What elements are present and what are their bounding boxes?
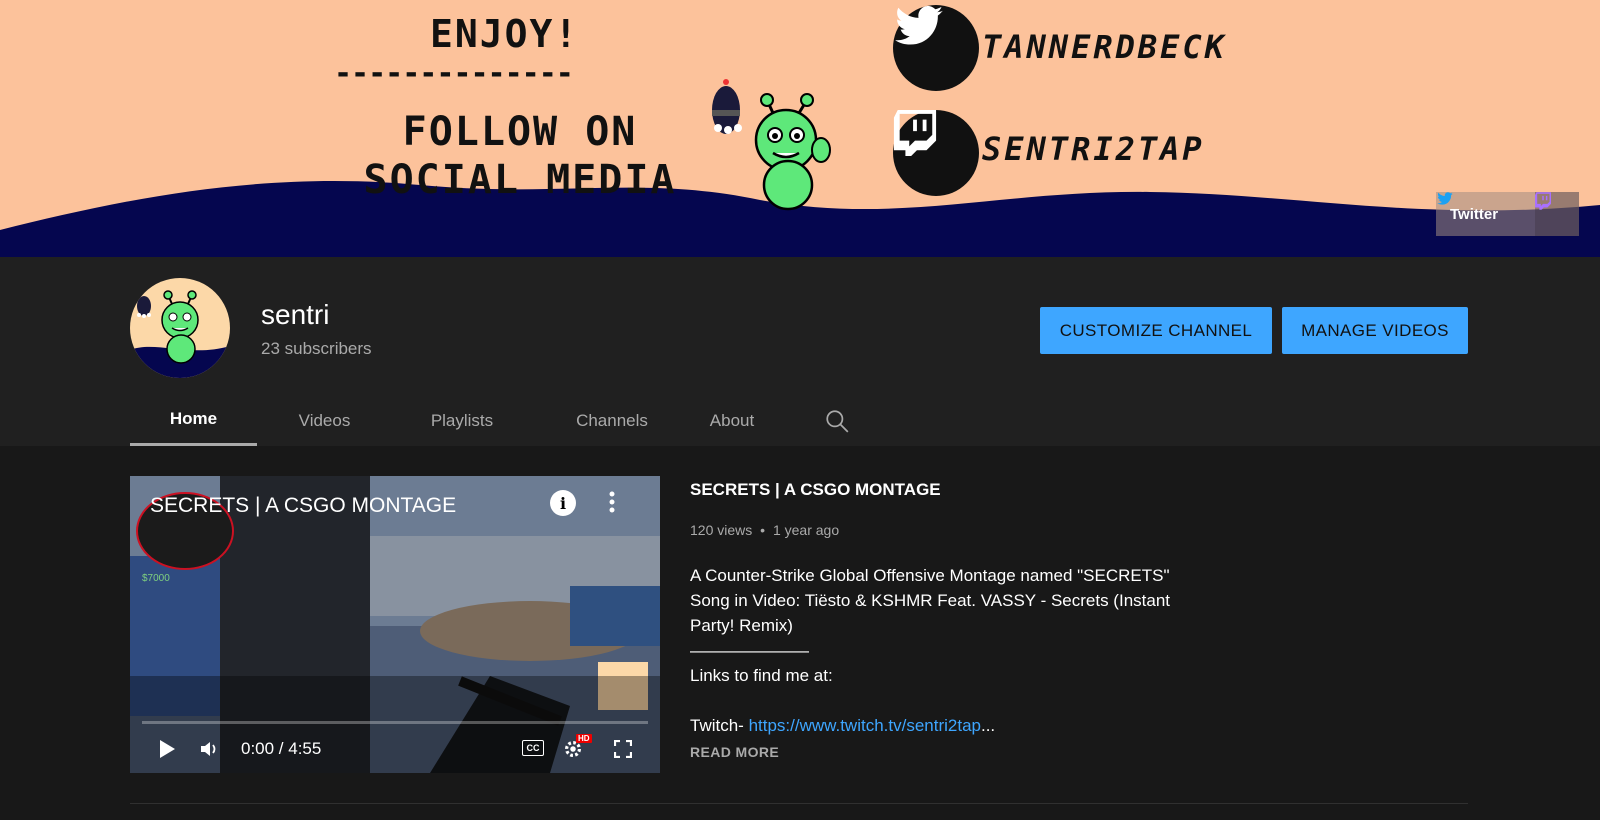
view-count: 120 views [690, 522, 753, 538]
description-twitch-line: Twitch- https://www.twitch.tv/sentri2tap… [690, 713, 1180, 738]
twitch-url-link[interactable]: https://www.twitch.tv/sentri2tap [749, 716, 981, 735]
description-line: Links to find me at: [690, 666, 833, 685]
tab-channels[interactable]: Channels [532, 395, 692, 446]
banner-art [0, 79, 1600, 257]
banner-divider: -------------- [334, 56, 574, 91]
twitch-link[interactable] [1535, 192, 1579, 236]
ellipsis: ... [980, 716, 996, 735]
featured-video-player[interactable]: $7000 SECRETS | A CSGO MONTAGE i 0:00 / … [130, 476, 660, 773]
twitter-link-label[interactable]: Twitter [1450, 206, 1498, 223]
hud-money: $7000 [142, 573, 170, 584]
read-more-button[interactable]: READ MORE [690, 744, 779, 760]
channel-header: sentri 23 subscribers CUSTOMIZE CHANNEL … [0, 257, 1600, 446]
banner-twitter-handle: TANNERDBECK [982, 28, 1227, 66]
description-line: Song in Video: Tiësto & KSHMR Feat. VASS… [690, 591, 1171, 610]
video-time: 0:00 / 4:55 [241, 739, 322, 758]
tab-videos[interactable]: Videos [257, 395, 392, 446]
more-options-icon[interactable] [608, 490, 616, 514]
description-line [690, 688, 1180, 713]
banner-twitch-handle: SENTRI2TAP [982, 130, 1205, 168]
volume-icon[interactable] [200, 740, 220, 758]
home-content: $7000 SECRETS | A CSGO MONTAGE i 0:00 / … [0, 446, 1600, 820]
banner-follow-line1: FOLLOW ON [402, 109, 638, 155]
twitch-prefix: Twitch- [690, 716, 749, 735]
customize-channel-button[interactable]: CUSTOMIZE CHANNEL [1040, 307, 1272, 354]
player-title[interactable]: SECRETS | A CSGO MONTAGE [150, 494, 456, 518]
description-line: Party! Remix) [690, 616, 793, 635]
channel-banner: ENJOY! -------------- FOLLOW ON SOCIAL M… [0, 0, 1600, 257]
section-divider [130, 803, 1468, 804]
player-controls: 0:00 / 4:55 CC HD [130, 726, 660, 773]
alien-avatar-art [130, 290, 230, 378]
upload-age: 1 year ago [772, 522, 840, 538]
banner-follow-text: FOLLOW ON SOCIAL MEDIA [345, 108, 695, 204]
twitch-icon [1535, 192, 1551, 210]
featured-video-title[interactable]: SECRETS | A CSGO MONTAGE [690, 480, 941, 500]
tab-playlists[interactable]: Playlists [392, 395, 532, 446]
description-line: ——————— [690, 641, 809, 660]
manage-videos-button[interactable]: MANAGE VIDEOS [1282, 307, 1468, 354]
video-meta: 120 views • 1 year ago [690, 522, 839, 538]
hd-badge: HD [576, 734, 592, 743]
twitch-logo-icon [893, 110, 979, 196]
twitter-icon [1437, 192, 1453, 205]
info-icon[interactable]: i [550, 490, 576, 516]
banner-follow-line2: SOCIAL MEDIA [363, 157, 677, 203]
channel-tabs: Home Videos Playlists Channels About [130, 395, 902, 446]
subscriber-count: 23 subscribers [261, 339, 372, 358]
channel-search-button[interactable] [772, 395, 902, 446]
banner-links[interactable]: Twitter [1436, 192, 1579, 236]
description-line: A Counter-Strike Global Offensive Montag… [690, 566, 1170, 585]
play-icon[interactable] [158, 739, 176, 759]
video-description: A Counter-Strike Global Offensive Montag… [690, 563, 1180, 738]
tab-home[interactable]: Home [130, 395, 257, 446]
banner-enjoy: ENJOY! [430, 12, 580, 56]
video-progress-bar[interactable] [142, 721, 648, 724]
captions-icon[interactable]: CC [522, 740, 544, 756]
meta-separator: • [760, 522, 766, 538]
search-icon [826, 409, 849, 432]
channel-name: sentri [261, 299, 330, 330]
twitter-bird-icon [893, 5, 979, 91]
tab-about[interactable]: About [692, 395, 772, 446]
channel-avatar[interactable] [130, 278, 230, 378]
fullscreen-icon[interactable] [614, 740, 632, 758]
